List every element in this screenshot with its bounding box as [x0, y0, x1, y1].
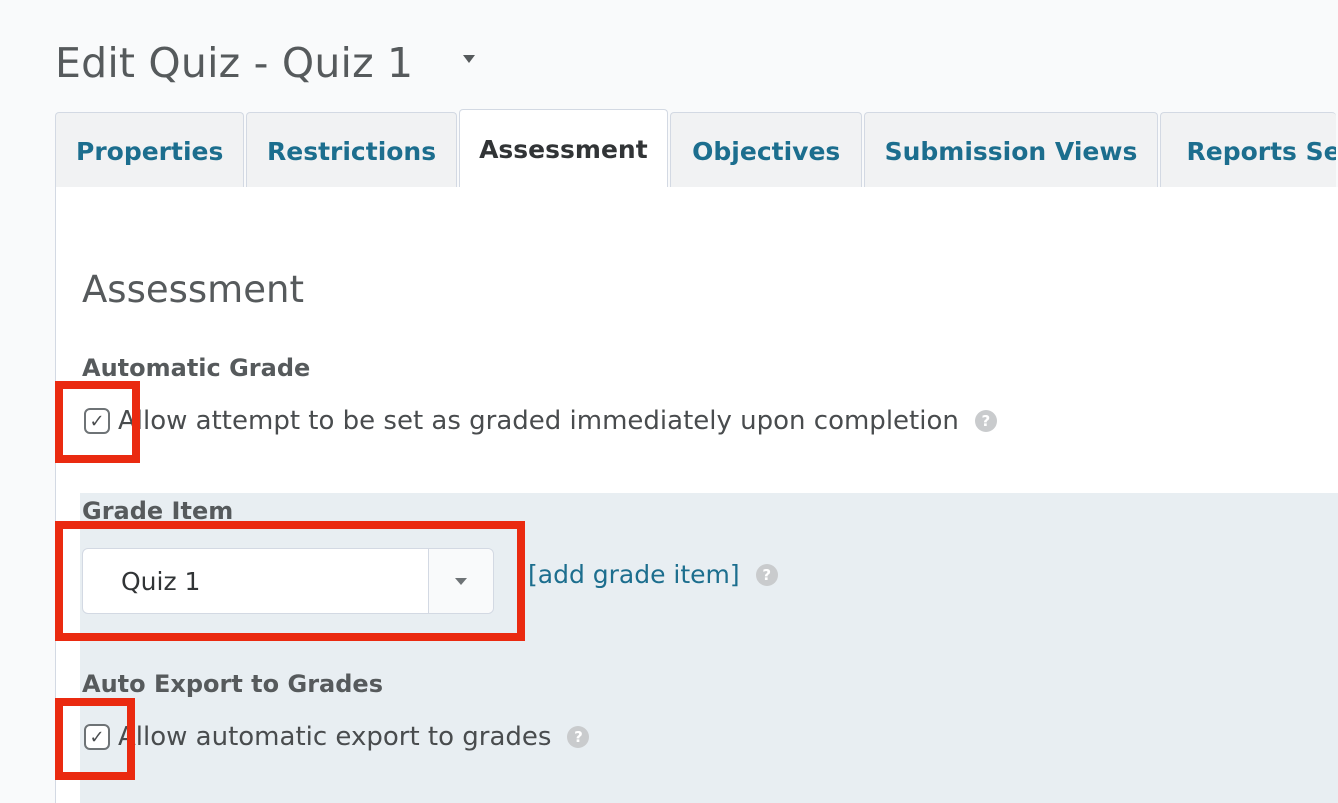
tab-label: Reports Se	[1186, 136, 1337, 166]
tab-submission-views[interactable]: Submission Views	[864, 112, 1158, 189]
help-icon[interactable]: ?	[974, 410, 997, 432]
tab-bar: Properties Restrictions Assessment Objec…	[55, 109, 1338, 189]
add-grade-item-row: [add grade item] ?	[528, 560, 778, 589]
automatic-grade-row: ✓ Allow attempt to be set as graded imme…	[84, 406, 997, 436]
chevron-down-icon	[455, 577, 467, 585]
tab-label: Submission Views	[884, 136, 1138, 166]
help-glyph: ?	[574, 728, 583, 746]
title-row: Edit Quiz - Quiz 1	[55, 28, 476, 98]
tab-restrictions[interactable]: Restrictions	[246, 112, 457, 189]
automatic-grade-label: Automatic Grade	[82, 354, 311, 382]
automatic-grade-checkbox-label: Allow attempt to be set as graded immedi…	[118, 406, 959, 436]
section-heading: Assessment	[82, 268, 304, 311]
tab-label: Restrictions	[266, 136, 437, 166]
grade-settings-band	[80, 493, 1338, 803]
add-grade-item-link[interactable]: [add grade item]	[528, 560, 740, 589]
auto-export-checkbox-label: Allow automatic export to grades	[118, 722, 552, 752]
tab-label: Assessment	[479, 135, 648, 164]
grade-item-label: Grade Item	[82, 497, 234, 525]
auto-export-label: Auto Export to Grades	[82, 670, 383, 698]
automatic-grade-checkbox[interactable]: ✓	[84, 408, 110, 434]
grade-item-select-value: Quiz 1	[121, 566, 201, 596]
tab-objectives[interactable]: Objectives	[670, 112, 863, 189]
auto-export-checkbox[interactable]: ✓	[84, 724, 110, 750]
select-toggle[interactable]	[429, 549, 493, 613]
help-icon[interactable]: ?	[567, 726, 590, 748]
tab-assessment[interactable]: Assessment	[458, 109, 669, 189]
check-icon: ✓	[89, 410, 105, 432]
check-icon: ✓	[89, 726, 105, 748]
auto-export-row: ✓ Allow automatic export to grades ?	[84, 722, 590, 752]
help-glyph: ?	[762, 565, 772, 584]
grade-item-select[interactable]: Quiz 1	[82, 548, 494, 614]
page-title: Edit Quiz - Quiz 1	[55, 39, 414, 87]
tab-label: Objectives	[692, 136, 841, 166]
tab-properties[interactable]: Properties	[55, 112, 245, 189]
title-menu-chevron-down-icon[interactable]	[463, 55, 476, 63]
help-glyph: ?	[981, 412, 991, 430]
help-icon[interactable]: ?	[755, 563, 778, 586]
tab-reports-setup[interactable]: Reports Se	[1159, 112, 1337, 189]
tab-label: Properties	[76, 136, 224, 166]
